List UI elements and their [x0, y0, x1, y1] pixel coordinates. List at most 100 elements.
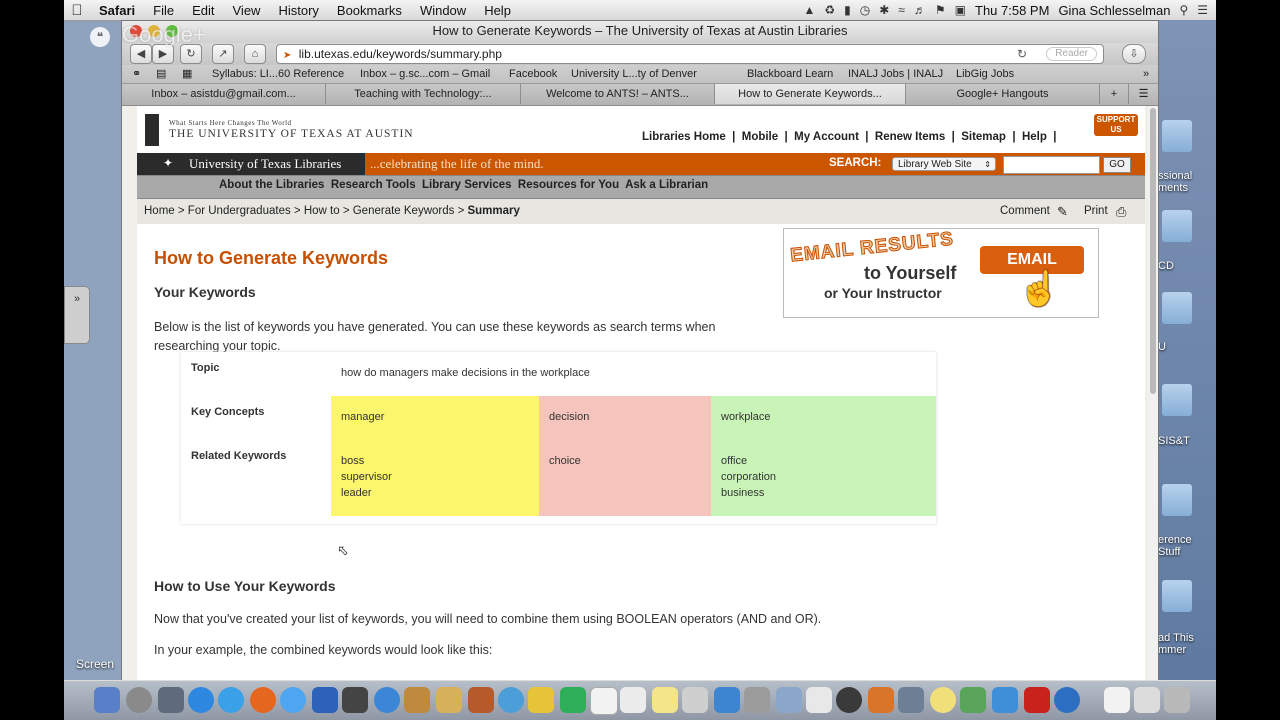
link-help[interactable]: Help [1022, 131, 1047, 143]
sync-icon[interactable]: ♻ [824, 3, 835, 17]
script-editor-icon[interactable] [898, 687, 924, 713]
finder-icon[interactable] [94, 687, 120, 713]
menu-bookmarks[interactable]: Bookmarks [328, 3, 411, 18]
volume-icon[interactable]: ♬ [914, 3, 926, 17]
nav-ask-librarian[interactable]: Ask a Librarian [625, 179, 708, 191]
link-mobile[interactable]: Mobile [742, 131, 778, 143]
new-tab-button[interactable]: + [1100, 84, 1129, 104]
clock[interactable]: Thu 7:58 PM [975, 3, 1049, 18]
reading-list-icon[interactable]: ⚭ [132, 65, 141, 83]
bookmark-gmail[interactable]: Inbox – g.sc...com – Gmail [360, 65, 490, 83]
mirroring-icon[interactable]: ▣ [955, 3, 966, 17]
bluetooth-icon[interactable]: ✱ [879, 3, 889, 17]
flag-icon[interactable]: ⚑ [935, 3, 946, 17]
tennis-app-icon[interactable] [930, 687, 956, 713]
more-bookmarks-icon[interactable]: » [1143, 65, 1149, 83]
folder-icon[interactable] [1162, 484, 1192, 516]
folder-icon[interactable] [1162, 120, 1192, 152]
tab-ants[interactable]: Welcome to ANTS! – ANTS... [521, 84, 715, 104]
menu-window[interactable]: Window [411, 3, 475, 18]
reload-icon[interactable]: ↻ [1017, 45, 1027, 63]
top-sites-icon[interactable]: ▦ [182, 65, 192, 83]
notifications-icon[interactable]: ☰ [1197, 3, 1208, 17]
app-store-icon[interactable] [188, 687, 214, 713]
link-libraries-home[interactable]: Libraries Home [642, 131, 726, 143]
charts-app-icon[interactable] [960, 687, 986, 713]
system-preferences-icon[interactable] [744, 687, 770, 713]
link-renew-items[interactable]: Renew Items [875, 131, 945, 143]
google-drive-icon[interactable] [560, 687, 586, 713]
document-icon[interactable] [1104, 687, 1130, 713]
photo-app-icon[interactable] [312, 687, 338, 713]
tab-keywords[interactable]: How to Generate Keywords... [715, 84, 906, 104]
hangouts-icon[interactable]: ❝ [90, 27, 110, 47]
preview-icon[interactable] [776, 687, 802, 713]
wifi-icon[interactable]: ≈ [898, 3, 905, 17]
battery-icon[interactable]: ▮ [844, 3, 851, 17]
bookmark-syllabus[interactable]: Syllabus: LI...60 Reference [212, 65, 344, 83]
iphoto-icon[interactable] [468, 687, 494, 713]
link-sitemap[interactable]: Sitemap [961, 131, 1006, 143]
menu-help[interactable]: Help [475, 3, 520, 18]
crumb-generate-keywords[interactable]: Generate Keywords [353, 205, 455, 217]
folder-icon[interactable] [1162, 210, 1192, 242]
folder-icon[interactable] [1162, 292, 1192, 324]
notes-icon[interactable] [436, 687, 462, 713]
bookmark-du-library[interactable]: University L...ty of Denver [571, 65, 697, 83]
go-button[interactable]: GO [1103, 157, 1131, 173]
time-machine-icon[interactable]: ◷ [860, 3, 870, 17]
user-name[interactable]: Gina Schlesselman [1058, 3, 1170, 18]
trash-icon[interactable] [1164, 687, 1190, 713]
drive-icon[interactable]: ▲ [803, 3, 815, 17]
downloads-button[interactable]: ⇩ [1122, 44, 1146, 64]
star-app-icon[interactable] [528, 687, 554, 713]
bookmarks-book-icon[interactable]: ▤ [156, 65, 166, 83]
safari-icon[interactable] [218, 687, 244, 713]
acrobat-icon[interactable] [1024, 687, 1050, 713]
crumb-how-to[interactable]: How to [304, 205, 340, 217]
bookmark-inalj[interactable]: INALJ Jobs | INALJ [848, 65, 943, 83]
apple-menu-icon[interactable]:  [64, 2, 90, 19]
home-button[interactable]: ⌂ [244, 44, 266, 64]
mission-control-icon[interactable] [158, 687, 184, 713]
search-input[interactable] [1003, 156, 1100, 174]
menu-history[interactable]: History [269, 3, 327, 18]
calendar-icon[interactable] [590, 687, 618, 715]
bookmark-blackboard[interactable]: Blackboard Learn [747, 65, 833, 83]
folder-icon[interactable] [1162, 580, 1192, 612]
bookmark-facebook[interactable]: Facebook [509, 65, 557, 83]
tab-teaching[interactable]: Teaching with Technology:... [326, 84, 521, 104]
textedit-icon[interactable] [620, 687, 646, 713]
reader-button[interactable]: Reader [1046, 47, 1097, 61]
hangouts-drawer-handle[interactable]: » [64, 286, 90, 344]
ut-wordmark[interactable]: THE UNIVERSITY OF TEXAS AT AUSTIN [169, 128, 414, 140]
tab-overview-button[interactable]: ☰ [1129, 84, 1158, 104]
nav-research-tools[interactable]: Research Tools [331, 179, 416, 191]
spotlight-icon[interactable]: ⚲ [1179, 3, 1188, 17]
address-bar[interactable]: ➤ lib.utexas.edu/keywords/summary.php ↻ … [276, 44, 1104, 64]
crumb-undergrad[interactable]: For Undergraduates [188, 205, 291, 217]
presentation-icon[interactable] [868, 687, 894, 713]
crumb-home[interactable]: Home [144, 205, 175, 217]
nav-resources[interactable]: Resources for You [518, 179, 619, 191]
quicktime-icon[interactable] [992, 687, 1018, 713]
tab-gmail[interactable]: Inbox – asistdu@gmail.com... [122, 84, 326, 104]
time-machine-dock-icon[interactable] [836, 687, 862, 713]
share-button[interactable]: ↗ [212, 44, 234, 64]
downloads-stack-icon[interactable] [1134, 687, 1160, 713]
calculator-icon[interactable] [682, 687, 708, 713]
comment-link[interactable]: Comment [1000, 199, 1050, 224]
comment-icon[interactable]: ✎ [1057, 199, 1068, 224]
email-results-promo[interactable]: EMAIL RESULTS to Yourself or Your Instru… [783, 228, 1099, 318]
facetime-icon[interactable] [342, 687, 368, 713]
menu-app[interactable]: Safari [90, 3, 144, 18]
link-my-account[interactable]: My Account [794, 131, 859, 143]
scrollbar-thumb[interactable] [1150, 108, 1156, 394]
browser-icon[interactable] [1054, 687, 1080, 713]
bookmark-libgig[interactable]: LibGig Jobs [956, 65, 1014, 83]
word-icon[interactable] [714, 687, 740, 713]
itunes-icon[interactable] [374, 687, 400, 713]
keynote-icon[interactable] [806, 687, 832, 713]
nav-about[interactable]: About the Libraries [219, 179, 324, 191]
menu-file[interactable]: File [144, 3, 183, 18]
